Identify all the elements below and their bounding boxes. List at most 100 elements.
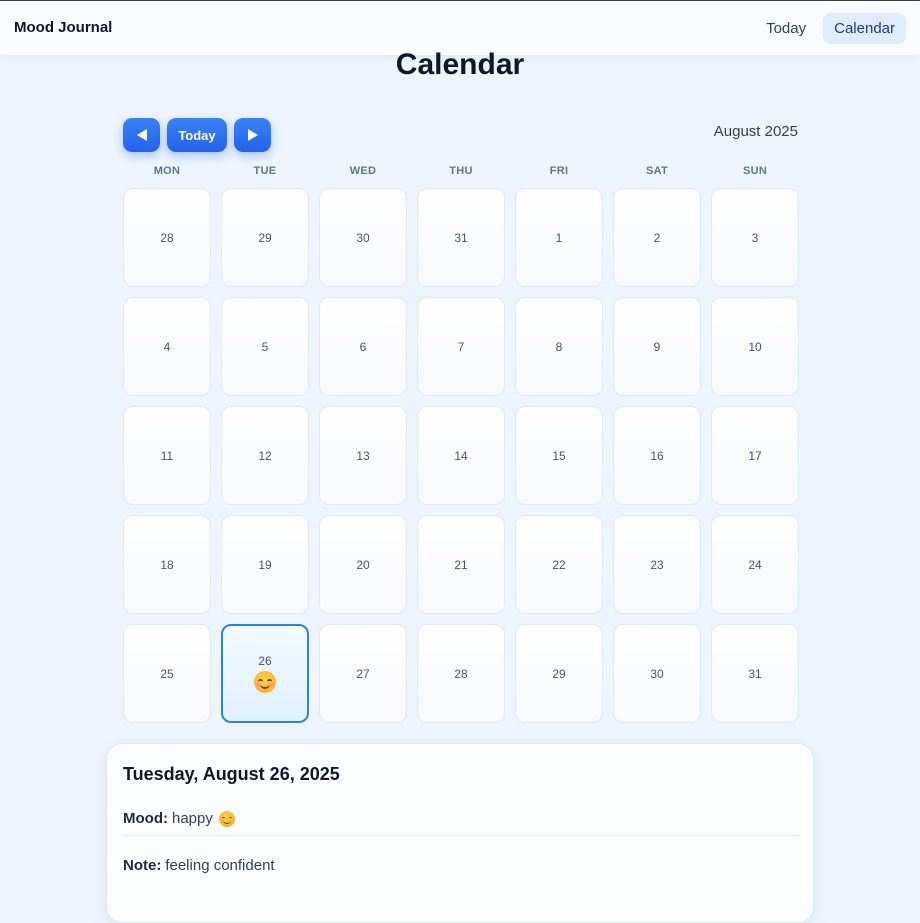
nav-link-calendar[interactable]: Calendar <box>823 13 906 44</box>
calendar-day[interactable]: 15 <box>515 406 603 505</box>
detail-divider <box>123 835 799 836</box>
day-number: 22 <box>552 557 566 572</box>
calendar-day[interactable]: 30 <box>613 624 701 723</box>
calendar-day[interactable]: 18 <box>123 515 211 614</box>
day-number: 9 <box>653 339 661 354</box>
calendar-day[interactable]: 10 <box>711 297 799 396</box>
calendar-day[interactable]: 19 <box>221 515 309 614</box>
day-number: 24 <box>748 557 762 572</box>
smiling-face-icon <box>254 671 276 693</box>
day-number: 11 <box>160 448 174 463</box>
calendar-day[interactable]: 5 <box>221 297 309 396</box>
calendar-day[interactable]: 6 <box>319 297 407 396</box>
day-number: 17 <box>748 448 762 463</box>
day-number: 28 <box>160 230 174 245</box>
day-number: 30 <box>650 666 664 681</box>
day-number: 20 <box>356 557 370 572</box>
weekday-label: FRI <box>549 165 569 177</box>
day-number: 4 <box>163 339 171 354</box>
detail-note-row: Note: feeling confident <box>123 857 275 874</box>
calendar-day[interactable]: 22 <box>515 515 603 614</box>
page-title: Calendar <box>395 48 525 81</box>
weekday-label: SUN <box>742 165 768 177</box>
note-label: Note: <box>123 857 162 874</box>
calendar-day[interactable]: 25 <box>123 624 211 723</box>
main-nav: Today Calendar <box>755 13 906 44</box>
detail-mood-row: Mood: happy <box>123 810 235 827</box>
day-number: 16 <box>650 448 664 463</box>
calendar-day[interactable]: 13 <box>319 406 407 505</box>
weekday-label: WED <box>349 165 377 177</box>
detail-date: Tuesday, August 26, 2025 <box>123 764 340 784</box>
calendar-day[interactable]: 3 <box>711 188 799 287</box>
calendar-grid: 28 29 30 31 1 2 3 4 5 6 7 8 9 10 11 12 13 14 15 16 17 18 19 20 2… <box>123 188 799 723</box>
day-number: 29 <box>258 230 272 245</box>
day-number: 19 <box>258 557 272 572</box>
calendar-day[interactable]: 11 <box>123 406 211 505</box>
app-title[interactable]: Mood Journal <box>14 19 112 36</box>
calendar-day[interactable]: 4 <box>123 297 211 396</box>
day-number: 28 <box>454 666 468 681</box>
calendar-day[interactable]: 29 <box>515 624 603 723</box>
day-number: 30 <box>356 230 370 245</box>
calendar-day[interactable]: 14 <box>417 406 505 505</box>
calendar-day[interactable]: 16 <box>613 406 701 505</box>
calendar-day[interactable]: 29 <box>221 188 309 287</box>
smiling-face-icon <box>218 810 235 827</box>
triangle-right-icon <box>247 129 258 141</box>
day-number: 6 <box>359 339 367 354</box>
calendar-day[interactable]: 2 <box>613 188 701 287</box>
note-value: feeling confident <box>165 857 275 874</box>
calendar-day[interactable]: 12 <box>221 406 309 505</box>
calendar-day[interactable]: 23 <box>613 515 701 614</box>
day-number: 3 <box>751 230 759 245</box>
today-button[interactable]: Today <box>167 118 227 152</box>
day-number: 8 <box>555 339 563 354</box>
calendar-day[interactable]: 7 <box>417 297 505 396</box>
day-number: 2 <box>653 230 661 245</box>
day-number: 26 <box>258 654 272 668</box>
day-detail-card: Tuesday, August 26, 2025 Mood: happy Not… <box>106 743 814 923</box>
month-label: August 2025 <box>713 123 798 140</box>
day-number: 5 <box>261 339 269 354</box>
day-number: 7 <box>457 339 465 354</box>
day-number: 18 <box>160 557 174 572</box>
top-nav-bar: Mood Journal Today Calendar <box>0 0 920 55</box>
calendar-day[interactable]: 31 <box>711 624 799 723</box>
weekday-label: MON <box>153 165 181 177</box>
day-number: 12 <box>258 448 272 463</box>
calendar-day[interactable]: 1 <box>515 188 603 287</box>
weekday-label: TUE <box>253 165 277 177</box>
weekday-label: SAT <box>645 165 669 177</box>
triangle-left-icon <box>136 129 147 141</box>
calendar-day[interactable]: 21 <box>417 515 505 614</box>
day-number: 31 <box>454 230 468 245</box>
calendar-day[interactable]: 28 <box>417 624 505 723</box>
day-number: 15 <box>552 448 566 463</box>
day-number: 10 <box>748 339 762 354</box>
day-number: 31 <box>748 666 762 681</box>
day-number: 29 <box>552 666 566 681</box>
calendar-day-selected[interactable]: 26 <box>221 624 309 723</box>
day-number: 13 <box>356 448 370 463</box>
calendar-day[interactable]: 9 <box>613 297 701 396</box>
calendar-day[interactable]: 28 <box>123 188 211 287</box>
calendar-day[interactable]: 17 <box>711 406 799 505</box>
calendar-day[interactable]: 31 <box>417 188 505 287</box>
weekday-header: MON TUE WED THU FRI SAT SUN <box>123 165 798 177</box>
next-month-button[interactable] <box>234 118 271 152</box>
day-number: 14 <box>454 448 468 463</box>
mood-value: happy <box>171 810 213 827</box>
mood-label: Mood: <box>123 810 168 827</box>
calendar-controls: Today <box>123 118 271 152</box>
weekday-label: THU <box>449 165 473 177</box>
previous-month-button[interactable] <box>123 118 160 152</box>
calendar-day[interactable]: 27 <box>319 624 407 723</box>
calendar-day[interactable]: 20 <box>319 515 407 614</box>
calendar-day[interactable]: 8 <box>515 297 603 396</box>
nav-link-today[interactable]: Today <box>755 13 817 44</box>
day-number: 23 <box>650 557 664 572</box>
calendar-day[interactable]: 24 <box>711 515 799 614</box>
day-number: 1 <box>555 230 563 245</box>
calendar-day[interactable]: 30 <box>319 188 407 287</box>
